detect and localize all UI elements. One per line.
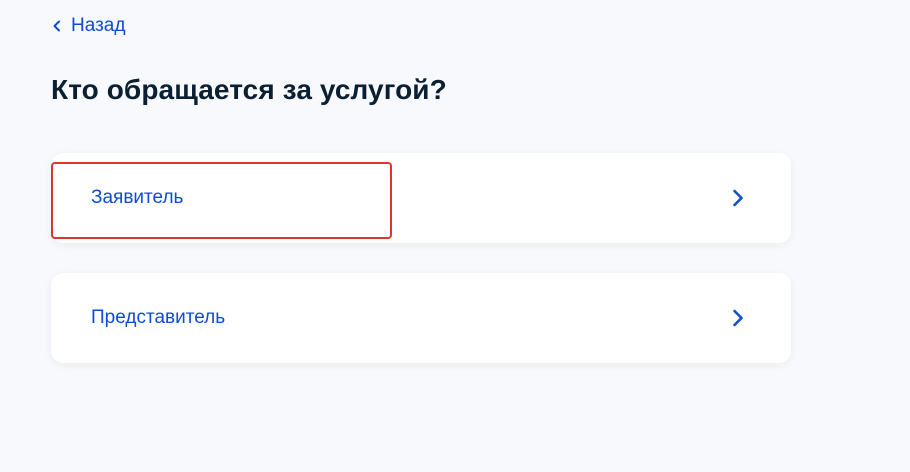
back-link-label: Назад [71,15,126,36]
page-title: Кто обращается за услугой? [51,74,447,105]
chevron-left-icon [53,20,60,32]
chevron-right-icon [733,309,743,327]
option-representative[interactable]: Представитель [51,273,791,363]
option-applicant-label: Заявитель [91,187,184,208]
option-representative-label: Представитель [91,307,226,328]
back-link[interactable]: Назад [50,14,125,38]
option-applicant[interactable]: Заявитель [51,153,791,243]
chevron-right-icon [733,189,743,207]
